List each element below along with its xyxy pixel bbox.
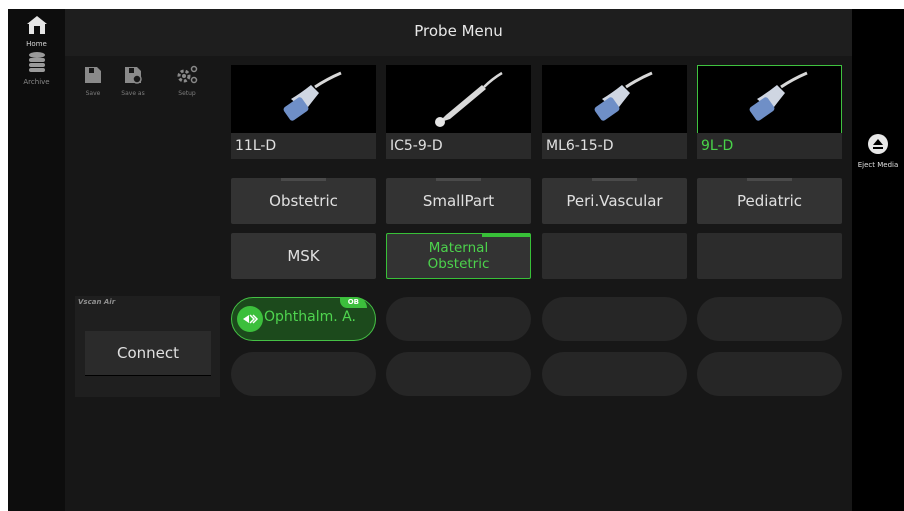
eye-probe-icon	[237, 306, 263, 332]
window-left-border	[0, 0, 8, 511]
window-top-border	[0, 0, 904, 9]
preset-label: MSK	[287, 247, 320, 265]
gear-icon	[177, 65, 198, 84]
probe-tile-ml6-15-d[interactable]: ML6-15-D	[542, 65, 687, 159]
preset-label: Pediatric	[736, 192, 803, 210]
preset-peri-vascular[interactable]: Peri.Vascular	[542, 178, 687, 224]
user-preset-empty[interactable]	[386, 352, 531, 396]
preset-empty[interactable]	[542, 233, 687, 279]
eject-media-label: Eject Media	[857, 161, 899, 169]
preset-tab	[281, 178, 326, 181]
connect-button[interactable]: Connect	[85, 331, 211, 375]
user-preset-empty[interactable]	[697, 297, 842, 341]
save-as-button[interactable]: Save as	[118, 65, 148, 97]
preset-empty[interactable]	[697, 233, 842, 279]
header-bar: Probe Menu	[65, 9, 852, 56]
preset-maternal-obstetric[interactable]: Maternal Obstetric	[386, 233, 531, 279]
home-button[interactable]: Home	[8, 15, 65, 48]
save-as-icon	[125, 67, 142, 84]
preset-tab	[436, 178, 481, 181]
intracavity-probe-icon	[435, 71, 503, 127]
user-preset-empty[interactable]	[542, 352, 687, 396]
setup-label: Setup	[178, 90, 196, 97]
probe-label: 11L-D	[231, 133, 376, 159]
save-label: Save	[85, 90, 101, 97]
probe-label: ML6-15-D	[542, 133, 687, 159]
preset-label: Obstetric	[269, 192, 338, 210]
eject-media-button[interactable]: Eject Media	[852, 133, 904, 169]
save-button[interactable]: Save	[78, 65, 108, 97]
archive-label: Archive	[23, 78, 50, 86]
probe-tile-ic5-9-d[interactable]: IC5-9-D	[386, 65, 531, 159]
preset-tab	[592, 178, 637, 181]
preset-label: Peri.Vascular	[566, 192, 663, 210]
linear-probe-icon	[594, 71, 653, 121]
save-icon	[85, 67, 101, 83]
ob-badge: OB	[339, 297, 367, 308]
home-label: Home	[26, 40, 47, 48]
preset-label: SmallPart	[422, 192, 495, 210]
eject-icon	[868, 134, 888, 154]
user-preset-empty[interactable]	[542, 297, 687, 341]
preset-label-line2: Obstetric	[427, 256, 490, 272]
vscan-air-panel: Vscan Air Connect	[75, 296, 220, 397]
user-preset-label: Ophthalm. A.	[264, 309, 356, 325]
left-sidebar: Home Archive	[8, 9, 65, 511]
user-preset-empty[interactable]	[386, 297, 531, 341]
user-preset-empty[interactable]	[697, 352, 842, 396]
connect-label: Connect	[116, 344, 180, 362]
probe-label: IC5-9-D	[386, 133, 531, 159]
preset-tab	[747, 178, 792, 181]
linear-probe-icon	[749, 71, 808, 121]
probe-tile-9l-d[interactable]: 9L-D	[697, 65, 842, 159]
page-title: Probe Menu	[414, 22, 503, 40]
preset-msk[interactable]: MSK	[231, 233, 376, 279]
preset-label-line1: Maternal	[428, 240, 489, 256]
probe-tile-11l-d[interactable]: 11L-D	[231, 65, 376, 159]
user-preset-empty[interactable]	[231, 352, 376, 396]
linear-probe-icon	[283, 71, 342, 121]
preset-smallpart[interactable]: SmallPart	[386, 178, 531, 224]
archive-button[interactable]: Archive	[8, 51, 65, 86]
user-preset-ophthalm-a[interactable]: OB Ophthalm. A.	[231, 297, 376, 341]
home-icon	[26, 16, 47, 34]
preset-pediatric[interactable]: Pediatric	[697, 178, 842, 224]
save-as-label: Save as	[121, 90, 145, 97]
vscan-air-label: Vscan Air	[78, 298, 116, 306]
preset-obstetric[interactable]: Obstetric	[231, 178, 376, 224]
database-icon	[28, 52, 45, 72]
preset-active-tab	[482, 233, 530, 237]
right-sidebar: Eject Media	[852, 9, 904, 511]
main-panel: Save Save as Setup 11L-D IC5-9-D ML6-15-…	[65, 56, 852, 511]
probe-label: 9L-D	[697, 133, 842, 159]
setup-button[interactable]: Setup	[172, 65, 202, 97]
